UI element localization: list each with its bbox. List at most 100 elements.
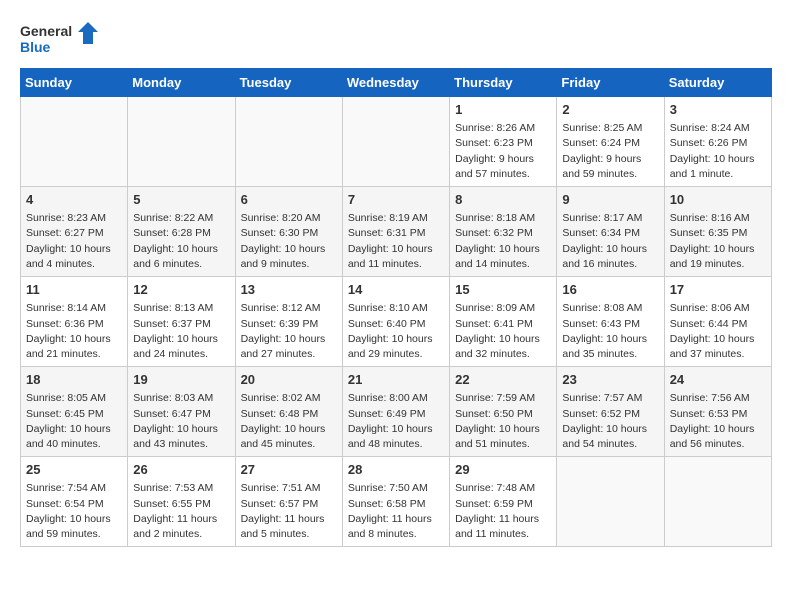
day-number: 24 <box>670 371 766 389</box>
day-info: Sunrise: 7:48 AM Sunset: 6:59 PM Dayligh… <box>455 481 551 542</box>
day-info: Sunrise: 8:16 AM Sunset: 6:35 PM Dayligh… <box>670 211 766 272</box>
day-number: 22 <box>455 371 551 389</box>
day-info: Sunrise: 8:00 AM Sunset: 6:49 PM Dayligh… <box>348 391 444 452</box>
calendar-cell: 15 Sunrise: 8:09 AM Sunset: 6:41 PM Dayli… <box>450 277 557 367</box>
calendar-cell <box>664 457 771 547</box>
logo: General Blue <box>20 20 100 58</box>
weekday-header-thursday: Thursday <box>450 69 557 97</box>
calendar-cell: 18 Sunrise: 8:05 AM Sunset: 6:45 PM Dayli… <box>21 367 128 457</box>
calendar-cell: 11Sunrise: 8:14 AM Sunset: 6:36 PM Dayli… <box>21 277 128 367</box>
weekday-header-wednesday: Wednesday <box>342 69 449 97</box>
day-number: 18 <box>26 371 122 389</box>
weekday-header-saturday: Saturday <box>664 69 771 97</box>
calendar-cell: 7 Sunrise: 8:19 AM Sunset: 6:31 PM Daylig… <box>342 187 449 277</box>
calendar-cell: 9 Sunrise: 8:17 AM Sunset: 6:34 PM Daylig… <box>557 187 664 277</box>
day-number: 12 <box>133 281 229 299</box>
day-number: 29 <box>455 461 551 479</box>
day-info: Sunrise: 8:10 AM Sunset: 6:40 PM Dayligh… <box>348 301 444 362</box>
day-number: 3 <box>670 101 766 119</box>
weekday-header-tuesday: Tuesday <box>235 69 342 97</box>
weekday-header-monday: Monday <box>128 69 235 97</box>
weekday-header-sunday: Sunday <box>21 69 128 97</box>
calendar-cell: 28 Sunrise: 7:50 AM Sunset: 6:58 PM Dayli… <box>342 457 449 547</box>
logo-svg: General Blue <box>20 20 100 58</box>
calendar-cell: 27 Sunrise: 7:51 AM Sunset: 6:57 PM Dayli… <box>235 457 342 547</box>
day-info: Sunrise: 8:09 AM Sunset: 6:41 PM Dayligh… <box>455 301 551 362</box>
day-info: Sunrise: 8:26 AM Sunset: 6:23 PM Dayligh… <box>455 121 551 182</box>
day-number: 28 <box>348 461 444 479</box>
week-row-4: 18 Sunrise: 8:05 AM Sunset: 6:45 PM Dayli… <box>21 367 772 457</box>
day-info: Sunrise: 7:51 AM Sunset: 6:57 PM Dayligh… <box>241 481 337 542</box>
calendar-cell: 1 Sunrise: 8:26 AM Sunset: 6:23 PM Daylig… <box>450 97 557 187</box>
calendar-cell: 23Sunrise: 7:57 AM Sunset: 6:52 PM Dayli… <box>557 367 664 457</box>
week-row-1: 1 Sunrise: 8:26 AM Sunset: 6:23 PM Daylig… <box>21 97 772 187</box>
day-info: Sunrise: 8:19 AM Sunset: 6:31 PM Dayligh… <box>348 211 444 272</box>
calendar-cell: 14 Sunrise: 8:10 AM Sunset: 6:40 PM Dayli… <box>342 277 449 367</box>
calendar-cell: 3 Sunrise: 8:24 AM Sunset: 6:26 PM Daylig… <box>664 97 771 187</box>
calendar-cell <box>235 97 342 187</box>
calendar-cell: 20 Sunrise: 8:02 AM Sunset: 6:48 PM Dayli… <box>235 367 342 457</box>
day-number: 15 <box>455 281 551 299</box>
svg-text:General: General <box>20 23 72 39</box>
calendar-cell: 29 Sunrise: 7:48 AM Sunset: 6:59 PM Dayli… <box>450 457 557 547</box>
day-number: 7 <box>348 191 444 209</box>
day-number: 17 <box>670 281 766 299</box>
day-info: Sunrise: 8:25 AM Sunset: 6:24 PM Dayligh… <box>562 121 658 182</box>
day-info: Sunrise: 8:03 AM Sunset: 6:47 PM Dayligh… <box>133 391 229 452</box>
day-number: 1 <box>455 101 551 119</box>
week-row-3: 11Sunrise: 8:14 AM Sunset: 6:36 PM Dayli… <box>21 277 772 367</box>
day-info: Sunrise: 8:22 AM Sunset: 6:28 PM Dayligh… <box>133 211 229 272</box>
calendar-cell: 5 Sunrise: 8:22 AM Sunset: 6:28 PM Daylig… <box>128 187 235 277</box>
calendar-cell <box>21 97 128 187</box>
day-info: Sunrise: 8:20 AM Sunset: 6:30 PM Dayligh… <box>241 211 337 272</box>
calendar-cell: 24 Sunrise: 7:56 AM Sunset: 6:53 PM Dayli… <box>664 367 771 457</box>
calendar-cell <box>128 97 235 187</box>
day-number: 20 <box>241 371 337 389</box>
day-info: Sunrise: 7:50 AM Sunset: 6:58 PM Dayligh… <box>348 481 444 542</box>
day-number: 19 <box>133 371 229 389</box>
calendar-cell: 26Sunrise: 7:53 AM Sunset: 6:55 PM Dayli… <box>128 457 235 547</box>
day-info: Sunrise: 8:06 AM Sunset: 6:44 PM Dayligh… <box>670 301 766 362</box>
day-info: Sunrise: 7:53 AM Sunset: 6:55 PM Dayligh… <box>133 481 229 542</box>
day-info: Sunrise: 8:02 AM Sunset: 6:48 PM Dayligh… <box>241 391 337 452</box>
day-number: 27 <box>241 461 337 479</box>
calendar-cell: 25 Sunrise: 7:54 AM Sunset: 6:54 PM Dayli… <box>21 457 128 547</box>
day-number: 16 <box>562 281 658 299</box>
calendar-cell: 13Sunrise: 8:12 AM Sunset: 6:39 PM Dayli… <box>235 277 342 367</box>
calendar-cell: 4 Sunrise: 8:23 AM Sunset: 6:27 PM Daylig… <box>21 187 128 277</box>
day-info: Sunrise: 7:57 AM Sunset: 6:52 PM Dayligh… <box>562 391 658 452</box>
day-number: 6 <box>241 191 337 209</box>
day-info: Sunrise: 7:54 AM Sunset: 6:54 PM Dayligh… <box>26 481 122 542</box>
calendar-cell: 17 Sunrise: 8:06 AM Sunset: 6:44 PM Dayli… <box>664 277 771 367</box>
day-number: 10 <box>670 191 766 209</box>
day-number: 9 <box>562 191 658 209</box>
calendar-cell: 22Sunrise: 7:59 AM Sunset: 6:50 PM Dayli… <box>450 367 557 457</box>
day-info: Sunrise: 7:56 AM Sunset: 6:53 PM Dayligh… <box>670 391 766 452</box>
svg-text:Blue: Blue <box>20 39 51 55</box>
day-number: 14 <box>348 281 444 299</box>
weekday-header-row: SundayMondayTuesdayWednesdayThursdayFrid… <box>21 69 772 97</box>
calendar-cell: 12 Sunrise: 8:13 AM Sunset: 6:37 PM Dayli… <box>128 277 235 367</box>
day-info: Sunrise: 8:13 AM Sunset: 6:37 PM Dayligh… <box>133 301 229 362</box>
week-row-5: 25 Sunrise: 7:54 AM Sunset: 6:54 PM Dayli… <box>21 457 772 547</box>
week-row-2: 4 Sunrise: 8:23 AM Sunset: 6:27 PM Daylig… <box>21 187 772 277</box>
calendar-cell: 2 Sunrise: 8:25 AM Sunset: 6:24 PM Daylig… <box>557 97 664 187</box>
calendar-cell: 21 Sunrise: 8:00 AM Sunset: 6:49 PM Dayli… <box>342 367 449 457</box>
day-number: 4 <box>26 191 122 209</box>
day-info: Sunrise: 8:12 AM Sunset: 6:39 PM Dayligh… <box>241 301 337 362</box>
day-number: 2 <box>562 101 658 119</box>
page-header: General Blue <box>20 20 772 58</box>
calendar-cell <box>342 97 449 187</box>
calendar-cell: 19 Sunrise: 8:03 AM Sunset: 6:47 PM Dayli… <box>128 367 235 457</box>
day-number: 11 <box>26 281 122 299</box>
day-number: 21 <box>348 371 444 389</box>
day-info: Sunrise: 8:23 AM Sunset: 6:27 PM Dayligh… <box>26 211 122 272</box>
day-info: Sunrise: 8:24 AM Sunset: 6:26 PM Dayligh… <box>670 121 766 182</box>
day-number: 5 <box>133 191 229 209</box>
calendar-cell: 10 Sunrise: 8:16 AM Sunset: 6:35 PM Dayli… <box>664 187 771 277</box>
calendar-cell <box>557 457 664 547</box>
calendar-cell: 8Sunrise: 8:18 AM Sunset: 6:32 PM Daylig… <box>450 187 557 277</box>
day-number: 25 <box>26 461 122 479</box>
day-info: Sunrise: 8:17 AM Sunset: 6:34 PM Dayligh… <box>562 211 658 272</box>
day-info: Sunrise: 8:05 AM Sunset: 6:45 PM Dayligh… <box>26 391 122 452</box>
